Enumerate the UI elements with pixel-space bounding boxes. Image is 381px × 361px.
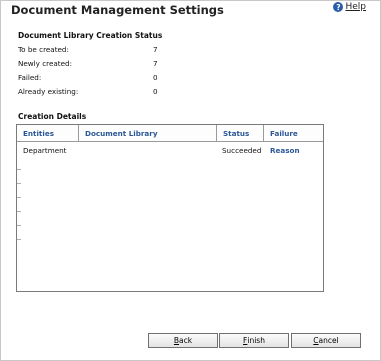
status-row-to-be-created: To be created: 7 [18, 45, 168, 54]
help-link[interactable]: ? Help [333, 2, 366, 12]
status-section-heading: Document Library Creation Status [18, 31, 163, 40]
details-section-heading: Creation Details [18, 112, 87, 121]
finish-label: inish [247, 336, 265, 345]
finish-button[interactable]: Finish [219, 333, 289, 348]
row-divider [17, 239, 21, 240]
row-divider [17, 211, 21, 212]
column-header-status[interactable]: Status [216, 125, 263, 142]
status-row-failed: Failed: 0 [18, 73, 168, 82]
status-value: 0 [153, 87, 158, 96]
column-header-entities[interactable]: Entities [17, 125, 78, 142]
column-header-failure-reason[interactable]: Failure Reason [263, 125, 323, 155]
status-row-already-existing: Already existing: 0 [18, 87, 168, 96]
status-label: Already existing: [18, 87, 79, 96]
cancel-label: ancel [318, 336, 339, 345]
status-value: 7 [153, 59, 158, 68]
dialog-title: Document Management Settings [11, 3, 224, 17]
status-label: Failed: [18, 73, 42, 82]
cell-entity: Department [23, 146, 67, 155]
row-divider [17, 169, 21, 170]
cancel-button[interactable]: Cancel [291, 333, 361, 348]
back-label: ack [179, 336, 193, 345]
dialog-window: Document Management Settings ? Help Docu… [0, 0, 381, 361]
table-row[interactable]: Department Succeeded [17, 145, 323, 159]
status-label: Newly created: [18, 59, 73, 68]
question-icon: ? [333, 2, 344, 12]
status-row-newly-created: Newly created: 7 [18, 59, 168, 68]
back-button[interactable]: Back [148, 333, 218, 348]
row-divider [17, 197, 21, 198]
row-divider [17, 183, 21, 184]
table-header: Entities Document Library Status Failure… [17, 125, 323, 155]
help-label: Help [345, 2, 366, 12]
status-value: 7 [153, 45, 158, 54]
column-header-document-library[interactable]: Document Library [78, 125, 216, 142]
status-value: 0 [153, 73, 158, 82]
row-divider [17, 225, 21, 226]
creation-details-table[interactable]: Entities Document Library Status Failure… [16, 124, 324, 292]
status-label: To be created: [18, 45, 69, 54]
cell-status: Succeeded [222, 146, 262, 155]
